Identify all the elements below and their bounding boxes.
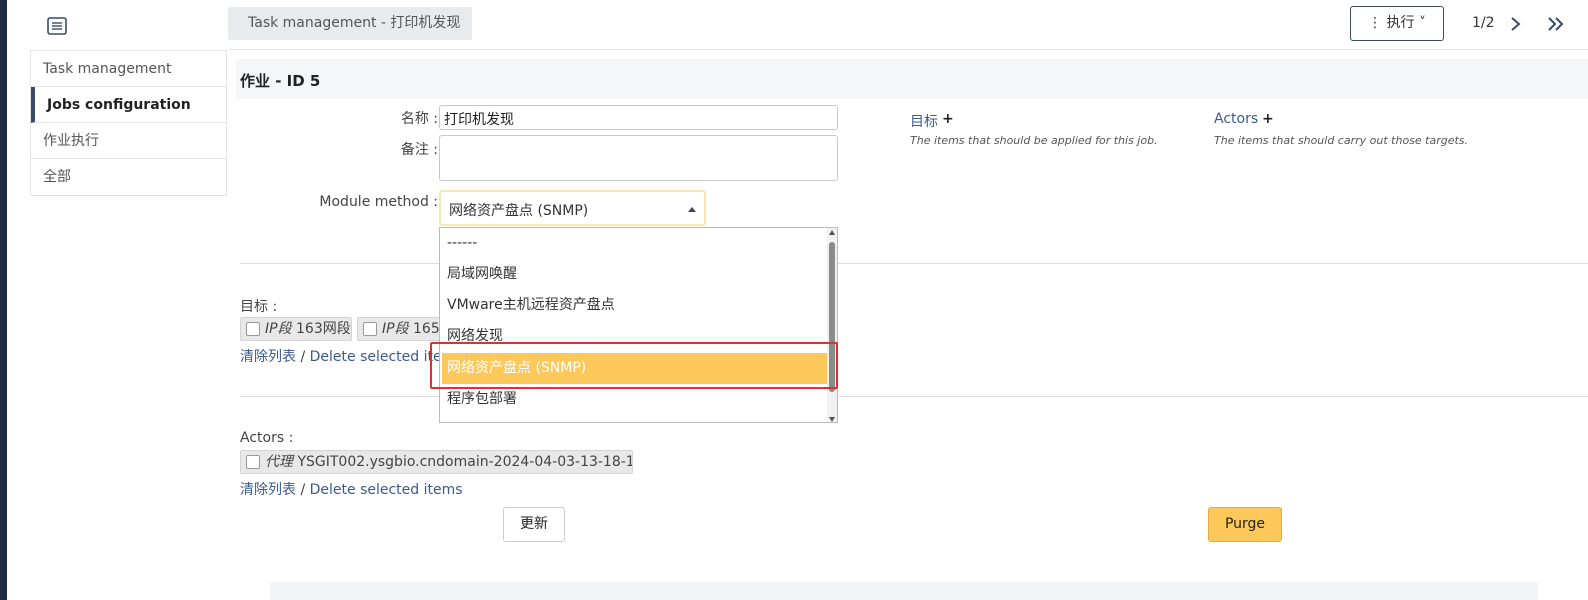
option-network-discovery[interactable]: 网络发现 [442, 321, 828, 352]
left-edge-bar [0, 0, 7, 600]
separator: / [296, 349, 310, 365]
clear-targets-link[interactable]: 清除列表 [240, 349, 296, 365]
sidebar-item-task-management[interactable]: Task management [31, 51, 226, 87]
target-chip: IP段 163网段 [240, 317, 352, 341]
comment-label: 备注 : [400, 142, 438, 158]
sidebar: Task management Jobs configuration 作业执行 … [30, 50, 227, 196]
form-header-background [236, 59, 1588, 99]
purge-button[interactable]: Purge [1208, 507, 1282, 542]
target-chip: IP段 165网 [357, 317, 447, 341]
double-chevron-right-icon[interactable] [1544, 13, 1568, 35]
menu-toggle-icon[interactable] [47, 17, 67, 35]
actor-name: YSGIT002.ysgbio.cndomain-2024-04-03-13-1… [293, 454, 633, 470]
module-method-dropdown[interactable]: ------ 局域网唤醒 VMware主机远程资产盘点 网络发现 网络资产盘点 … [439, 227, 838, 423]
pager-indicator: 1/2 [1472, 15, 1495, 31]
add-target-plus-icon[interactable]: + [942, 111, 954, 127]
caret-up-icon [688, 207, 696, 212]
add-actor-plus-icon[interactable]: + [1262, 111, 1274, 127]
option-vmware-inventory[interactable]: VMware主机远程资产盘点 [442, 290, 828, 321]
update-button[interactable]: 更新 [503, 507, 565, 542]
module-method-select[interactable]: 网络资产盘点 (SNMP) [439, 190, 706, 226]
actor-chip: 代理 YSGIT002.ysgbio.cndomain-2024-04-03-1… [240, 450, 633, 474]
comment-textarea[interactable] [439, 135, 838, 181]
actor-type: 代理 [265, 454, 293, 470]
option-snmp-inventory[interactable]: 网络资产盘点 (SNMP) [442, 353, 828, 384]
execute-button[interactable]: ⋮ 执行 ˅ [1350, 6, 1444, 41]
target-name: 163网段 [291, 321, 351, 337]
bottom-panel-edge [270, 582, 1538, 600]
delete-selected-actors-link[interactable]: Delete selected items [310, 482, 463, 498]
targets-header-link[interactable]: 目标 [910, 111, 938, 131]
actors-actions: 清除列表 / Delete selected items [240, 479, 463, 499]
scrollbar-thumb[interactable] [829, 242, 835, 392]
actor-checkbox[interactable] [246, 455, 260, 469]
page-title: 作业 - ID 5 [240, 72, 321, 90]
sidebar-item-job-execution[interactable]: 作业执行 [31, 123, 226, 159]
option-wake-on-lan[interactable]: 局域网唤醒 [442, 259, 828, 290]
breadcrumb: Task management - 打印机发现 [228, 7, 473, 40]
option-package-deployment[interactable]: 程序包部署 [442, 384, 828, 415]
separator: / [296, 482, 310, 498]
actors-header-link[interactable]: Actors [1214, 111, 1258, 127]
target-checkbox[interactable] [363, 322, 377, 336]
targets-hint: The items that should be applied for thi… [910, 134, 1158, 147]
target-type: IP段 [265, 321, 292, 337]
scroll-down-arrow-icon[interactable] [829, 417, 835, 422]
name-input[interactable]: 打印机发现 [439, 105, 838, 130]
scroll-up-arrow-icon[interactable] [829, 230, 835, 235]
clear-actors-link[interactable]: 清除列表 [240, 482, 296, 498]
sidebar-item-jobs-configuration[interactable]: Jobs configuration [31, 87, 226, 123]
target-type: IP段 [382, 321, 409, 337]
dropdown-scrollbar[interactable] [827, 228, 837, 422]
module-method-selected-value: 网络资产盘点 (SNMP) [449, 203, 589, 219]
name-label: 名称 : [400, 111, 438, 127]
target-checkbox[interactable] [246, 322, 260, 336]
option-empty[interactable]: ------ [442, 228, 828, 259]
sidebar-item-all[interactable]: 全部 [31, 159, 226, 195]
header-divider [228, 49, 1588, 50]
actors-hint: The items that should carry out those ta… [1214, 134, 1469, 147]
targets-label: 目标 : [240, 299, 278, 315]
targets-actions: 清除列表 / Delete selected items [240, 346, 463, 366]
chevron-right-icon[interactable] [1506, 13, 1526, 35]
module-method-label: Module method : [319, 194, 438, 210]
actors-label: Actors : [240, 430, 294, 446]
